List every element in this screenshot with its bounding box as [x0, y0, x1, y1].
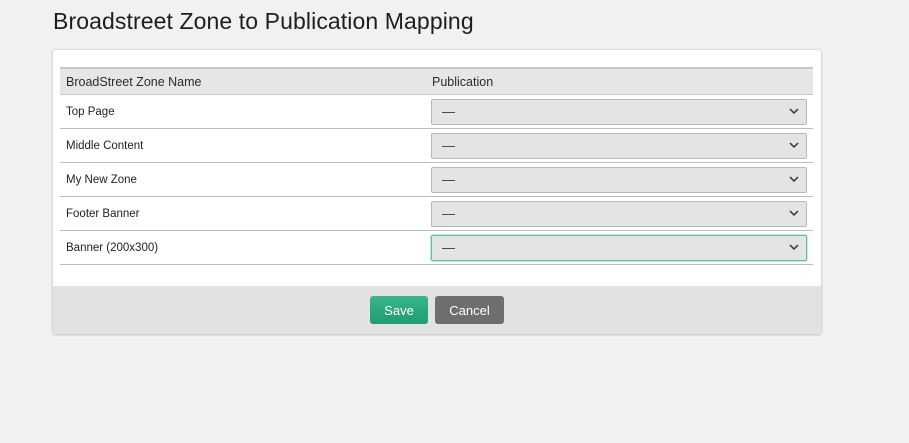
mapping-card: BroadStreet Zone Name Publication Top Pa…: [53, 50, 821, 334]
zone-name: Banner (200x300): [66, 241, 159, 254]
chevron-down-icon: [787, 241, 801, 255]
publication-select-value: —: [442, 138, 455, 153]
column-header-zone-name: BroadStreet Zone Name: [66, 74, 202, 89]
publication-select-middle-content[interactable]: —: [431, 132, 807, 159]
publication-select-value: —: [442, 206, 455, 221]
publication-select-footer-banner[interactable]: —: [431, 200, 807, 227]
chevron-down-icon: [787, 139, 801, 153]
publication-select-value: —: [442, 240, 455, 255]
publication-select-value: —: [442, 104, 455, 119]
chevron-down-icon: [787, 173, 801, 187]
zone-name: Top Page: [66, 105, 115, 118]
table-row: Top Page —: [60, 95, 813, 129]
page-title: Broadstreet Zone to Publication Mapping: [53, 8, 474, 34]
publication-select-banner-200x300[interactable]: —: [431, 234, 807, 261]
table-row: Footer Banner —: [60, 197, 813, 231]
zone-name: My New Zone: [66, 173, 137, 186]
cancel-button[interactable]: Cancel: [435, 296, 504, 324]
publication-select-value: —: [442, 172, 455, 187]
zone-name: Footer Banner: [66, 207, 140, 220]
form-footer: Save Cancel: [53, 286, 821, 334]
save-button[interactable]: Save: [370, 296, 428, 324]
table-row: My New Zone —: [60, 163, 813, 197]
zone-mapping-table: BroadStreet Zone Name Publication Top Pa…: [60, 67, 813, 265]
publication-select-my-new-zone[interactable]: —: [431, 166, 807, 193]
zone-name: Middle Content: [66, 139, 144, 152]
chevron-down-icon: [787, 207, 801, 221]
column-header-publication: Publication: [432, 74, 494, 89]
chevron-down-icon: [787, 105, 801, 119]
table-header: BroadStreet Zone Name Publication: [60, 67, 813, 95]
table-row: Middle Content —: [60, 129, 813, 163]
table-row: Banner (200x300) —: [60, 231, 813, 265]
publication-select-top-page[interactable]: —: [431, 98, 807, 125]
